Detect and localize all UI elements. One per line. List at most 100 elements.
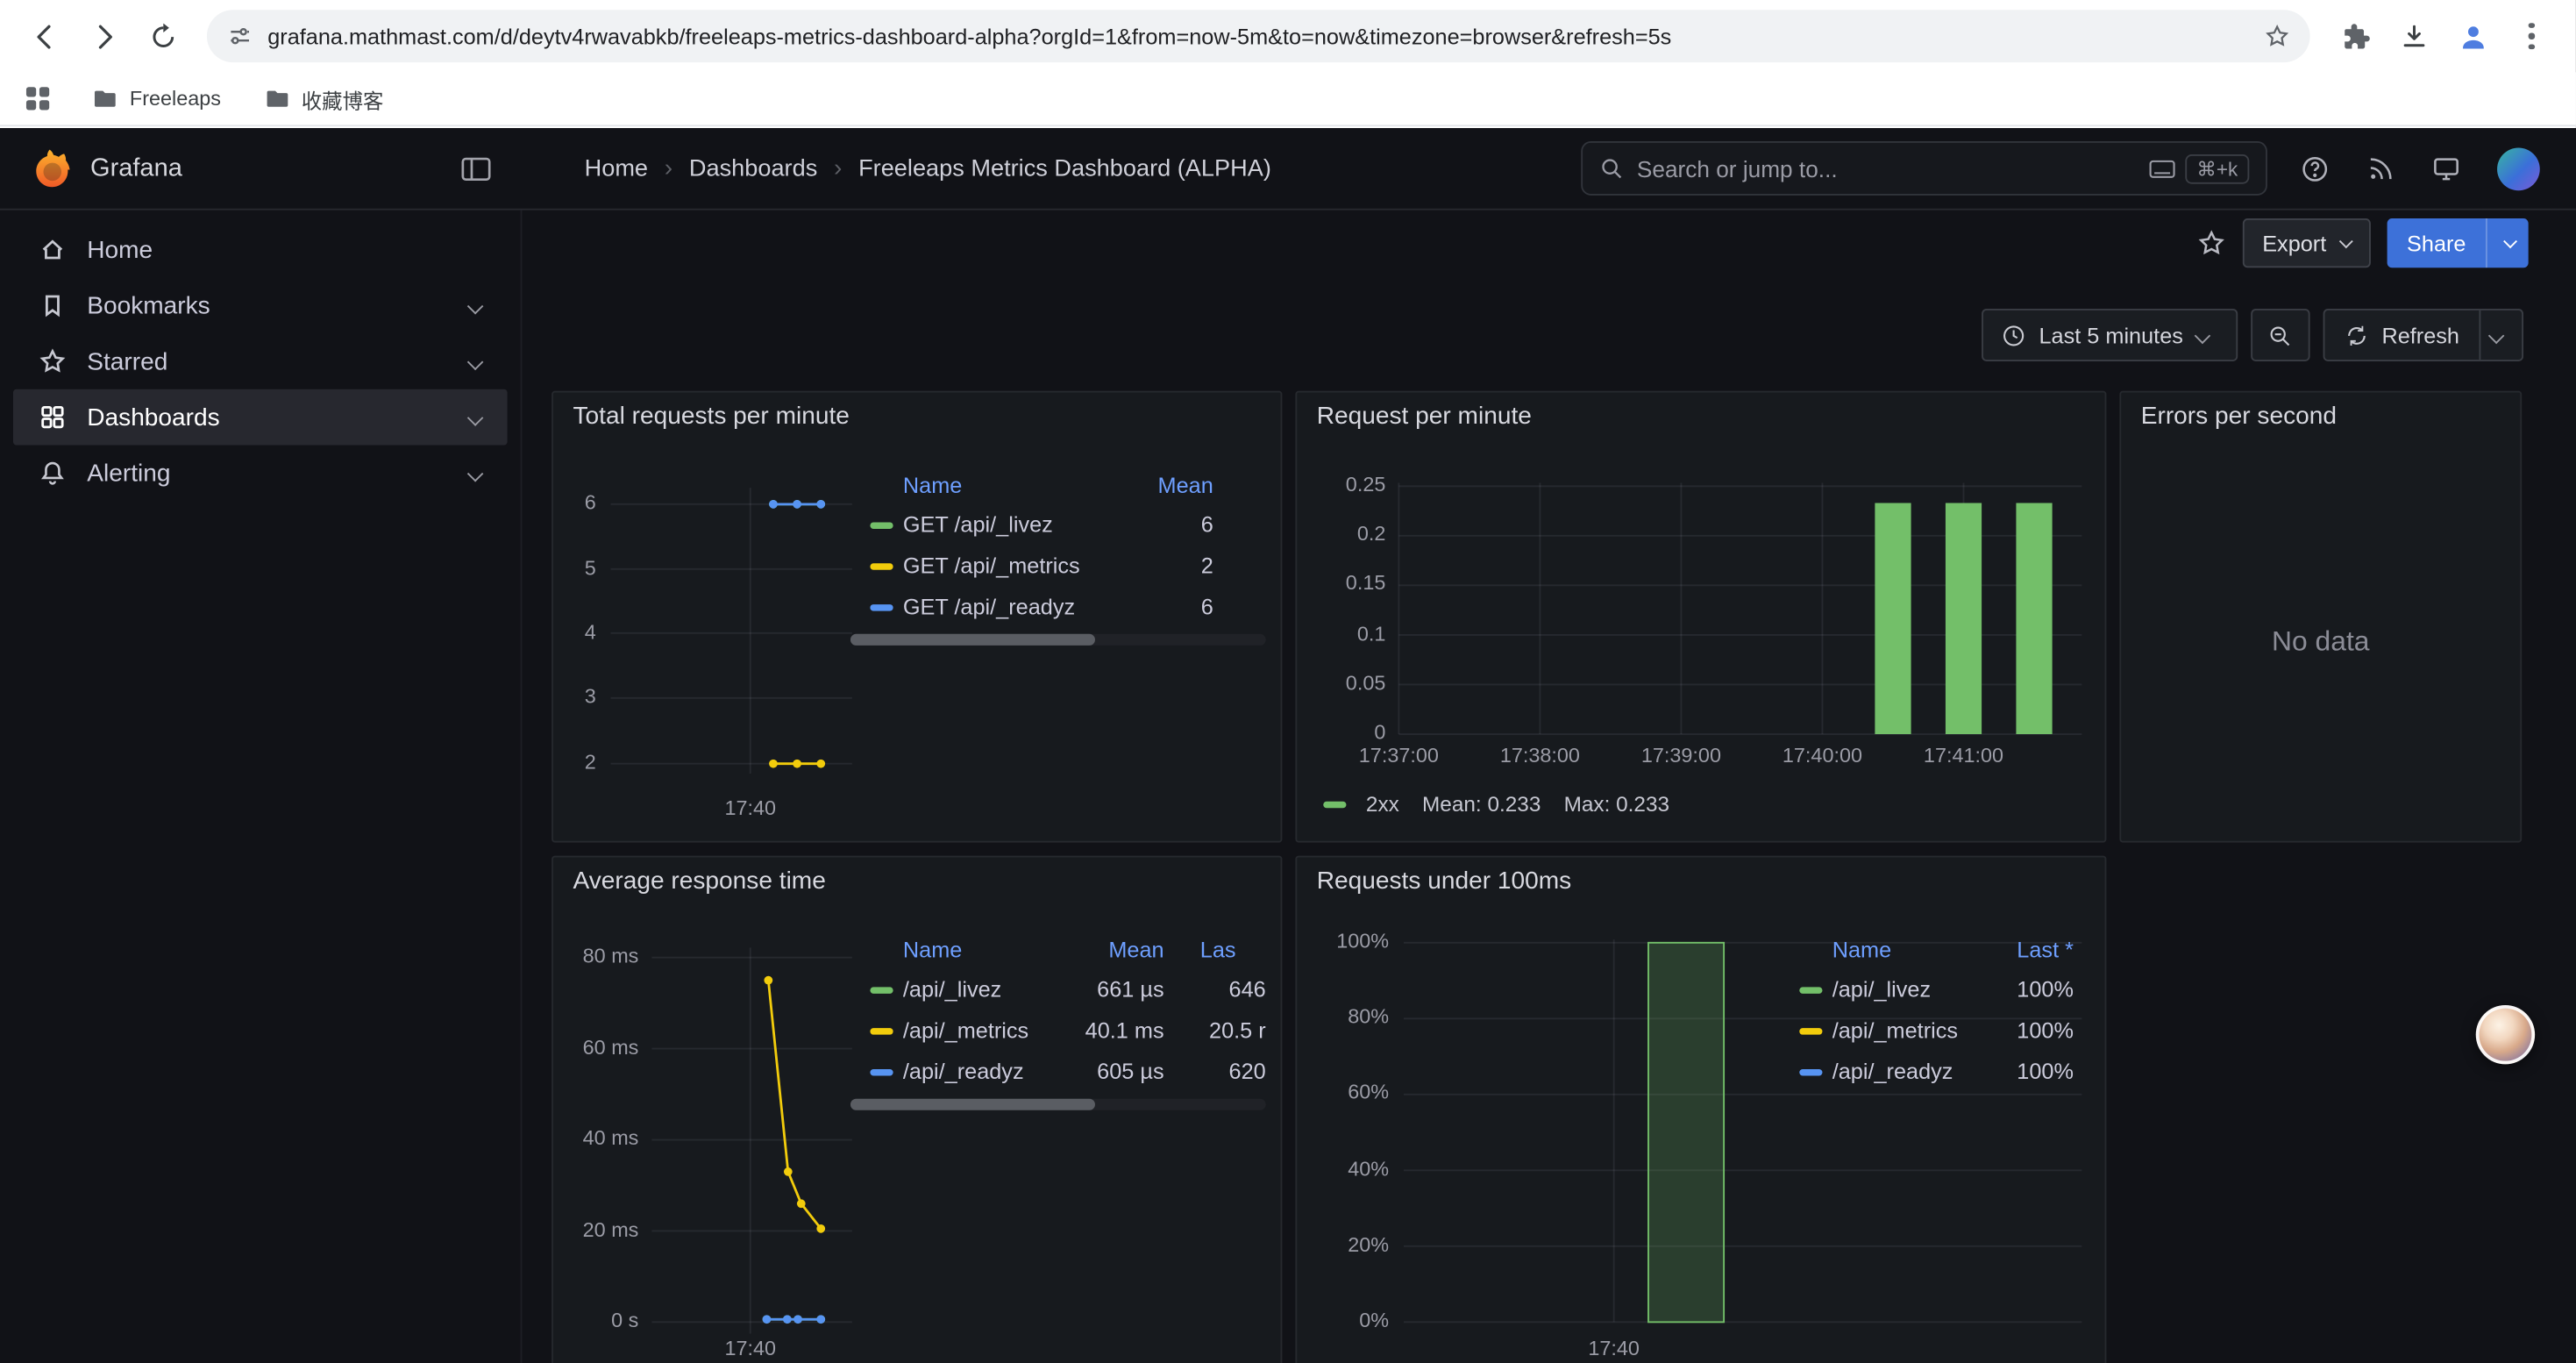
legend-row[interactable]: GET /api/_metrics 2 bbox=[850, 546, 1266, 587]
star-dashboard-icon[interactable] bbox=[2196, 228, 2226, 258]
news-rss-icon[interactable] bbox=[2366, 153, 2395, 183]
url-bar[interactable]: grafana.mathmast.com/d/deytv4rwavabkb/fr… bbox=[207, 10, 2310, 62]
dashboard-main: Export Share Last 5 minutes bbox=[522, 211, 2575, 1363]
legend-col-last[interactable]: Las bbox=[1180, 937, 1265, 961]
series-swatch[interactable] bbox=[870, 1027, 893, 1033]
share-caret[interactable] bbox=[2486, 218, 2529, 268]
browser-profile-avatar[interactable] bbox=[2444, 8, 2501, 64]
legend-table: Name Mean Las /api/_livez 661 µs 646 bbox=[850, 930, 1266, 1110]
refresh-interval-caret[interactable] bbox=[2479, 310, 2522, 360]
legend-row[interactable]: /api/_readyz 100% bbox=[1780, 1051, 2087, 1092]
reload-icon[interactable] bbox=[135, 8, 191, 64]
legend-item[interactable]: 2xx bbox=[1323, 792, 1399, 817]
bookmark-item[interactable]: Freeleaps bbox=[92, 85, 221, 111]
search-box[interactable]: ⌘+k bbox=[1581, 141, 2267, 196]
axis-tick-label: 4 bbox=[553, 620, 596, 645]
refresh-button[interactable]: Refresh bbox=[2324, 310, 2480, 360]
panel-title[interactable]: Errors per second bbox=[2141, 403, 2337, 431]
user-avatar[interactable] bbox=[2497, 147, 2540, 190]
series-swatch[interactable] bbox=[1323, 801, 1346, 807]
legend-table: Name Last * /api/_livez 100% /api/_metri… bbox=[1780, 930, 2087, 1092]
panel-total-requests: Total requests per minute 6543217:40 Nam… bbox=[551, 391, 1282, 843]
star-icon bbox=[39, 348, 66, 375]
legend-col-name[interactable]: Name bbox=[903, 937, 1050, 961]
bookmark-star-icon[interactable] bbox=[2264, 23, 2290, 49]
sidebar-item-alerting[interactable]: Alerting bbox=[13, 445, 508, 501]
dashboards-grid-icon bbox=[39, 404, 66, 431]
search-input[interactable] bbox=[1637, 155, 2136, 182]
legend-row[interactable]: /api/_metrics 100% bbox=[1780, 1010, 2087, 1052]
help-icon[interactable] bbox=[2300, 153, 2330, 183]
site-info-icon[interactable] bbox=[226, 23, 253, 49]
axis-tick-label: 0.05 bbox=[1297, 671, 1385, 696]
legend-col-mean[interactable]: Mean bbox=[1138, 472, 1213, 496]
breadcrumb-home[interactable]: Home bbox=[585, 155, 648, 182]
series-swatch[interactable] bbox=[870, 522, 893, 528]
sidebar-item-home[interactable]: Home bbox=[13, 222, 508, 278]
grafana-logo[interactable] bbox=[30, 146, 75, 191]
axis-tick-label: 17:37:00 bbox=[1328, 744, 1469, 768]
legend-row[interactable]: /api/_livez 100% bbox=[1780, 969, 2087, 1010]
series-swatch[interactable] bbox=[870, 1068, 893, 1074]
apps-grid-icon[interactable] bbox=[26, 87, 49, 110]
legend: 2xx Mean: 0.233 Max: 0.233 bbox=[1323, 792, 1669, 817]
scrollbar-thumb[interactable] bbox=[850, 1099, 1095, 1110]
back-icon[interactable] bbox=[17, 8, 73, 64]
chevron-down-icon[interactable] bbox=[467, 353, 484, 370]
series-swatch[interactable] bbox=[870, 603, 893, 610]
sidebar-item-bookmarks[interactable]: Bookmarks bbox=[13, 277, 508, 333]
series-swatch[interactable] bbox=[1799, 1027, 1822, 1033]
extensions-icon[interactable] bbox=[2326, 8, 2382, 64]
url-text[interactable]: grafana.mathmast.com/d/deytv4rwavabkb/fr… bbox=[267, 24, 2249, 48]
share-button[interactable]: Share bbox=[2387, 218, 2529, 268]
bookmark-item[interactable]: 收藏博客 bbox=[264, 83, 384, 115]
legend-row[interactable]: GET /api/_livez 6 bbox=[850, 504, 1266, 546]
legend-row[interactable]: GET /api/_readyz 6 bbox=[850, 586, 1266, 627]
assistant-floating-avatar[interactable] bbox=[2476, 1005, 2535, 1064]
legend-col-mean[interactable]: Mean bbox=[1050, 937, 1164, 961]
time-range-picker[interactable]: Last 5 minutes bbox=[1982, 309, 2238, 361]
series-swatch[interactable] bbox=[1799, 1068, 1822, 1074]
dock-menu-icon[interactable] bbox=[453, 146, 499, 191]
axis-tick-label: 17:40 bbox=[685, 1337, 816, 1361]
monitor-icon[interactable] bbox=[2431, 153, 2461, 183]
request-per-minute-chart[interactable]: 0.250.20.150.10.05017:37:0017:38:0017:39… bbox=[1297, 393, 2104, 841]
axis-tick-label: 80 ms bbox=[553, 945, 638, 969]
series-swatch[interactable] bbox=[870, 986, 893, 992]
export-button[interactable]: Export bbox=[2243, 218, 2371, 268]
chevron-down-icon[interactable] bbox=[467, 465, 484, 482]
shortcut-hint: ⌘+k bbox=[2149, 153, 2249, 183]
legend-col-last[interactable]: Last * bbox=[1982, 937, 2074, 961]
legend-table: Name Mean GET /api/_livez 6 GET /api/_me… bbox=[850, 465, 1266, 646]
series-swatch[interactable] bbox=[870, 562, 893, 568]
series-swatch[interactable] bbox=[1799, 986, 1822, 992]
scrollbar-thumb[interactable] bbox=[850, 634, 1095, 646]
legend-row[interactable]: /api/_livez 661 µs 646 bbox=[850, 969, 1266, 1010]
chevron-down-icon bbox=[2194, 327, 2210, 344]
download-icon[interactable] bbox=[2386, 8, 2442, 64]
axis-tick-label: 100% bbox=[1297, 930, 1389, 954]
panel-average-response-time: Average response time 80 ms60 ms40 ms20 … bbox=[551, 856, 1282, 1363]
folder-icon bbox=[92, 85, 118, 111]
legend-row[interactable]: /api/_readyz 605 µs 620 bbox=[850, 1051, 1266, 1092]
legend-scrollbar[interactable] bbox=[850, 634, 1266, 646]
breadcrumb-dashboards[interactable]: Dashboards bbox=[689, 155, 817, 182]
sidebar-item-dashboards[interactable]: Dashboards bbox=[13, 389, 508, 446]
forward-icon[interactable] bbox=[75, 8, 132, 64]
legend-col-name[interactable]: Name bbox=[903, 472, 1138, 496]
header-icons bbox=[2267, 147, 2576, 190]
chevron-down-icon[interactable] bbox=[467, 409, 484, 425]
home-icon bbox=[39, 237, 66, 263]
sidebar-item-starred[interactable]: Starred bbox=[13, 333, 508, 389]
zoom-out-button[interactable] bbox=[2251, 309, 2309, 361]
folder-icon bbox=[264, 85, 290, 111]
browser-menu-icon[interactable] bbox=[2504, 8, 2560, 64]
breadcrumb-separator: › bbox=[665, 154, 672, 182]
legend-row[interactable]: /api/_metrics 40.1 ms 20.5 r bbox=[850, 1010, 1266, 1052]
bell-icon bbox=[39, 460, 66, 486]
chevron-down-icon[interactable] bbox=[467, 297, 484, 314]
axis-tick-label: 80% bbox=[1297, 1005, 1389, 1030]
legend-scrollbar[interactable] bbox=[850, 1099, 1266, 1110]
legend-col-name[interactable]: Name bbox=[1832, 937, 1982, 961]
panel-errors-per-second: Errors per second No data bbox=[2119, 391, 2522, 843]
